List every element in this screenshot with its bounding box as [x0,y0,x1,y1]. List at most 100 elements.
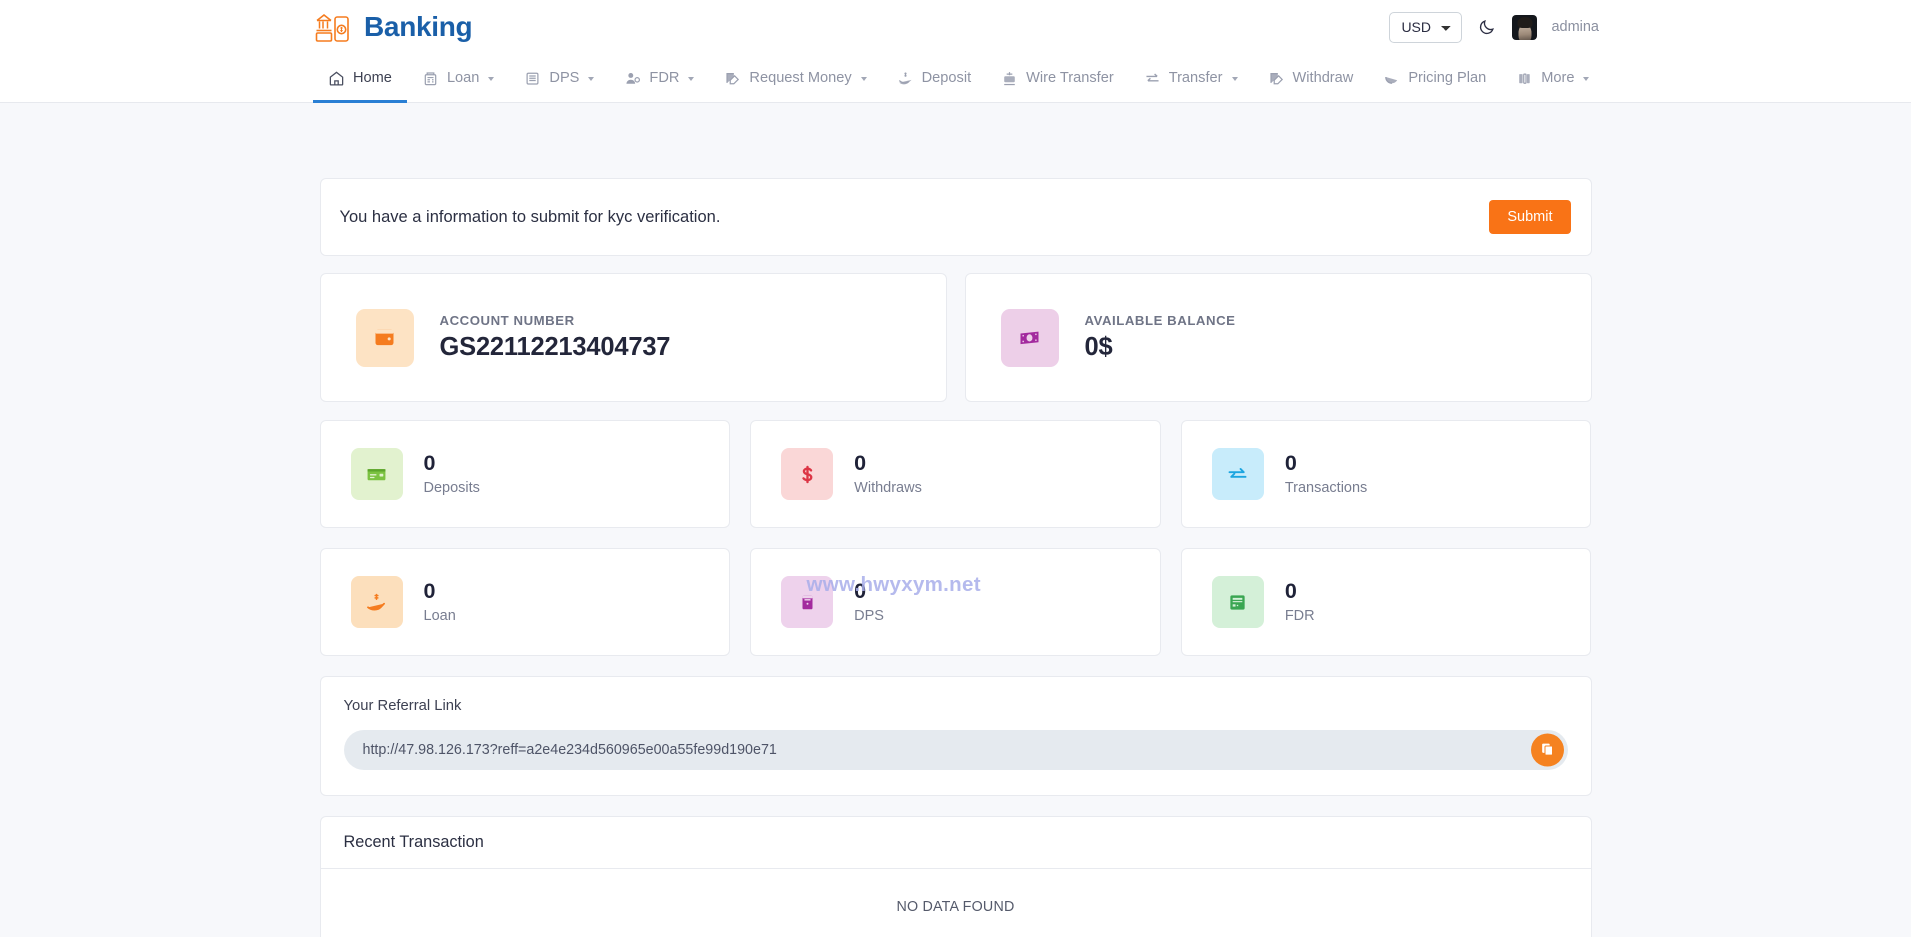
content-container: You have a information to submit for kyc… [320,178,1592,937]
available-balance-text-block: AVAILABLE BALANCE 0$ [1085,313,1236,362]
nav-label: Loan [447,70,479,86]
chevron-down-icon [588,77,594,81]
referral-link-field[interactable]: http://47.98.126.173?reff=a2e4e234d56096… [344,730,1568,770]
stat-label: Loan [424,608,456,624]
recent-transaction-section: Recent Transaction NO DATA FOUND [320,816,1592,937]
no-data-message: NO DATA FOUND [896,899,1014,915]
brand-title: Banking [364,11,472,43]
exchange-arrows-icon [1144,70,1161,87]
available-balance-label: AVAILABLE BALANCE [1085,313,1236,328]
nav-label: FDR [649,70,679,86]
nav-label: DPS [549,70,579,86]
loan-icon [422,70,439,87]
nav-label: Wire Transfer [1026,70,1114,86]
dollar-sign-icon [781,448,833,500]
dps-archive-icon [781,576,833,628]
brand-logo[interactable]: Banking [313,10,472,44]
stat-label: Deposits [424,480,480,496]
fdr-card-icon [1212,576,1264,628]
copy-referral-button[interactable] [1531,734,1564,767]
nav-label: Home [353,70,392,86]
nav-label: Deposit [922,70,971,86]
chevron-down-icon [488,77,494,81]
account-number-text-block: ACCOUNT NUMBER GS22112213404737 [440,313,671,362]
nav-label: More [1541,70,1574,86]
nav-item-transfer[interactable]: Transfer [1129,54,1253,102]
nav-label: Request Money [749,70,851,86]
stat-text-block: 0 DPS [854,580,884,624]
moon-icon[interactable] [1476,16,1498,38]
chevron-down-icon [1232,77,1238,81]
stat-value: 0 [1285,452,1367,475]
username-label: admina [1551,19,1599,35]
banknote-icon [1001,309,1059,367]
main-navigation: Home Loan DPS [0,54,1911,103]
nav-label: Transfer [1169,70,1223,86]
pricing-plan-icon [1383,70,1400,87]
nav-item-withdraw[interactable]: Withdraw [1253,54,1369,102]
stat-card-withdraws: 0 Withdraws [750,420,1161,528]
stat-card-loan: 0 Loan [320,548,731,656]
nav-item-home[interactable]: Home [313,54,407,102]
page-body: You have a information to submit for kyc… [0,103,1911,937]
avatar[interactable] [1512,15,1537,40]
chevron-down-icon [688,77,694,81]
stat-value: 0 [854,452,922,475]
stat-text-block: 0 Withdraws [854,452,922,496]
withdraw-icon [1268,70,1285,87]
nav-item-more[interactable]: More [1501,54,1604,102]
stat-card-dps: 0 DPS [750,548,1161,656]
copy-icon [1540,741,1555,759]
stat-value: 0 [424,580,456,603]
header-actions: USD admina [1389,12,1599,43]
stat-text-block: 0 Loan [424,580,456,624]
stat-value: 0 [424,452,480,475]
nav-label: Pricing Plan [1408,70,1486,86]
stat-value: 0 [854,580,884,603]
summary-cards: ACCOUNT NUMBER GS22112213404737 [320,273,1592,402]
nav-label: Withdraw [1293,70,1354,86]
nav-item-dps[interactable]: DPS [509,54,609,102]
account-number-value: GS22112213404737 [440,333,671,362]
recent-transaction-title: Recent Transaction [344,833,484,852]
stats-row-1: 0 Deposits 0 Withdraws [320,420,1592,528]
stat-card-transactions: 0 Transactions [1181,420,1592,528]
available-balance-value: 0$ [1085,333,1236,362]
referral-link-value: http://47.98.126.173?reff=a2e4e234d56096… [363,742,777,758]
stats-row-2: 0 Loan 0 DPS [320,548,1592,656]
stat-label: DPS [854,608,884,624]
bank-mobile-money-icon [313,10,355,44]
credit-card-icon [351,448,403,500]
kyc-message: You have a information to submit for kyc… [340,208,721,227]
more-briefcase-icon [1516,70,1533,87]
hand-money-icon [897,70,914,87]
referral-title: Your Referral Link [344,698,1568,714]
nav-item-loan[interactable]: Loan [407,54,509,102]
kyc-submit-button[interactable]: Submit [1489,200,1570,234]
wire-transfer-icon [1001,70,1018,87]
chevron-down-icon [861,77,867,81]
recent-transaction-header: Recent Transaction [321,817,1591,869]
available-balance-card: AVAILABLE BALANCE 0$ [965,273,1592,402]
account-number-label: ACCOUNT NUMBER [440,313,671,328]
nav-item-pricing-plan[interactable]: Pricing Plan [1368,54,1501,102]
nav-item-fdr[interactable]: FDR [609,54,709,102]
stat-text-block: 0 FDR [1285,580,1315,624]
stat-value: 0 [1285,580,1315,603]
nav-item-deposit[interactable]: Deposit [882,54,986,102]
nav-item-request-money[interactable]: Request Money [709,54,881,102]
dps-archive-icon [524,70,541,87]
currency-select[interactable]: USD [1389,12,1462,43]
nav-item-wire-transfer[interactable]: Wire Transfer [986,54,1129,102]
user-check-icon [624,70,641,87]
stat-label: FDR [1285,608,1315,624]
home-icon [328,70,345,87]
stat-label: Transactions [1285,480,1367,496]
request-money-icon [724,70,741,87]
stat-card-fdr: 0 FDR [1181,548,1592,656]
stat-card-deposits: 0 Deposits [320,420,731,528]
kyc-banner: You have a information to submit for kyc… [320,178,1592,256]
recent-transaction-body: NO DATA FOUND [321,869,1591,937]
exchange-arrows-icon [1212,448,1264,500]
stat-label: Withdraws [854,480,922,496]
